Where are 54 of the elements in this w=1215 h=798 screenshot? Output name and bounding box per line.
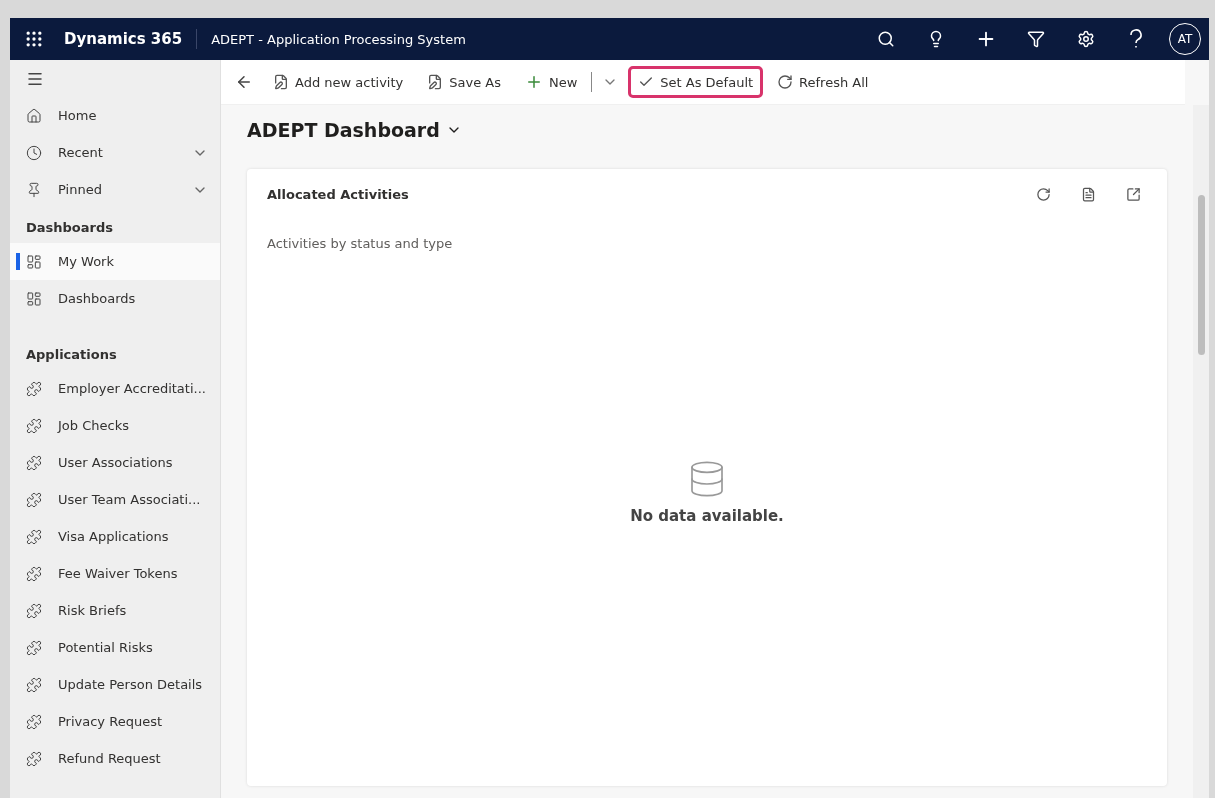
sidebar-item[interactable]: Home: [10, 97, 220, 134]
back-icon[interactable]: [235, 73, 253, 91]
sidebar-item[interactable]: Employer Accreditati...: [10, 370, 220, 407]
sidebar-item[interactable]: Update Person Details: [10, 666, 220, 703]
save-icon: [273, 74, 289, 90]
pin-icon: [26, 181, 42, 198]
sidebar-item[interactable]: Recent: [10, 134, 220, 171]
puzzle-icon: [26, 750, 42, 767]
document-icon[interactable]: [1081, 187, 1096, 202]
sidebar-item[interactable]: Dashboards: [10, 280, 220, 317]
puzzle-icon: [26, 380, 42, 397]
clock-icon: [26, 144, 42, 161]
puzzle-icon: [26, 565, 42, 582]
puzzle-icon: [26, 491, 42, 508]
empty-message: No data available.: [630, 506, 784, 525]
expand-icon[interactable]: [1126, 187, 1141, 202]
home-icon: [26, 107, 42, 124]
refresh-icon[interactable]: [1036, 187, 1051, 202]
app-name: Dynamics 365: [44, 29, 198, 49]
puzzle-icon: [26, 602, 42, 619]
sidebar-item[interactable]: Fee Waiver Tokens: [10, 555, 220, 592]
dashboard-icon: [26, 253, 42, 270]
puzzle-icon: [26, 528, 42, 545]
sidebar-item[interactable]: Refund Request: [10, 740, 220, 777]
section-heading: Applications: [25, 346, 118, 364]
app-launcher-icon[interactable]: [24, 29, 44, 49]
dashboard-selector[interactable]: ADEPT Dashboard: [247, 119, 462, 141]
sidebar-item[interactable]: Job Checks: [10, 407, 220, 444]
settings-icon[interactable]: [1077, 30, 1095, 48]
sidebar-item[interactable]: User Team Associati...: [10, 481, 220, 518]
puzzle-icon: [26, 713, 42, 730]
scrollbar-thumb[interactable]: [1197, 195, 1205, 355]
refresh-icon: [777, 74, 794, 90]
app-title: ADEPT - Application Processing System: [210, 31, 467, 47]
puzzle-icon: [26, 454, 42, 471]
save-icon: [427, 74, 444, 90]
toolbar-button[interactable]: Set As Default: [628, 66, 764, 98]
filter-icon[interactable]: [1027, 30, 1045, 48]
card-title: Allocated Activities: [267, 187, 410, 202]
sidebar-item[interactable]: My Work: [10, 243, 220, 280]
puzzle-icon: [26, 417, 42, 434]
sidebar-item[interactable]: User Associations: [10, 444, 220, 481]
puzzle-icon: [26, 639, 42, 656]
puzzle-icon: [26, 676, 42, 693]
sidebar-item[interactable]: Potential Risks: [10, 629, 220, 666]
sidebar-item[interactable]: Visa Applications: [10, 518, 220, 555]
dashboard-icon: [26, 290, 42, 307]
search-icon[interactable]: [877, 30, 895, 48]
sidebar-item[interactable]: Pinned: [10, 171, 220, 208]
help-icon[interactable]: [1129, 29, 1143, 49]
sidebar-item[interactable]: Privacy Request: [10, 703, 220, 740]
section-heading: Dashboards: [25, 219, 115, 237]
card-subtitle: Activities by status and type: [267, 236, 454, 251]
sidebar-item[interactable]: Risk Briefs: [10, 592, 220, 629]
